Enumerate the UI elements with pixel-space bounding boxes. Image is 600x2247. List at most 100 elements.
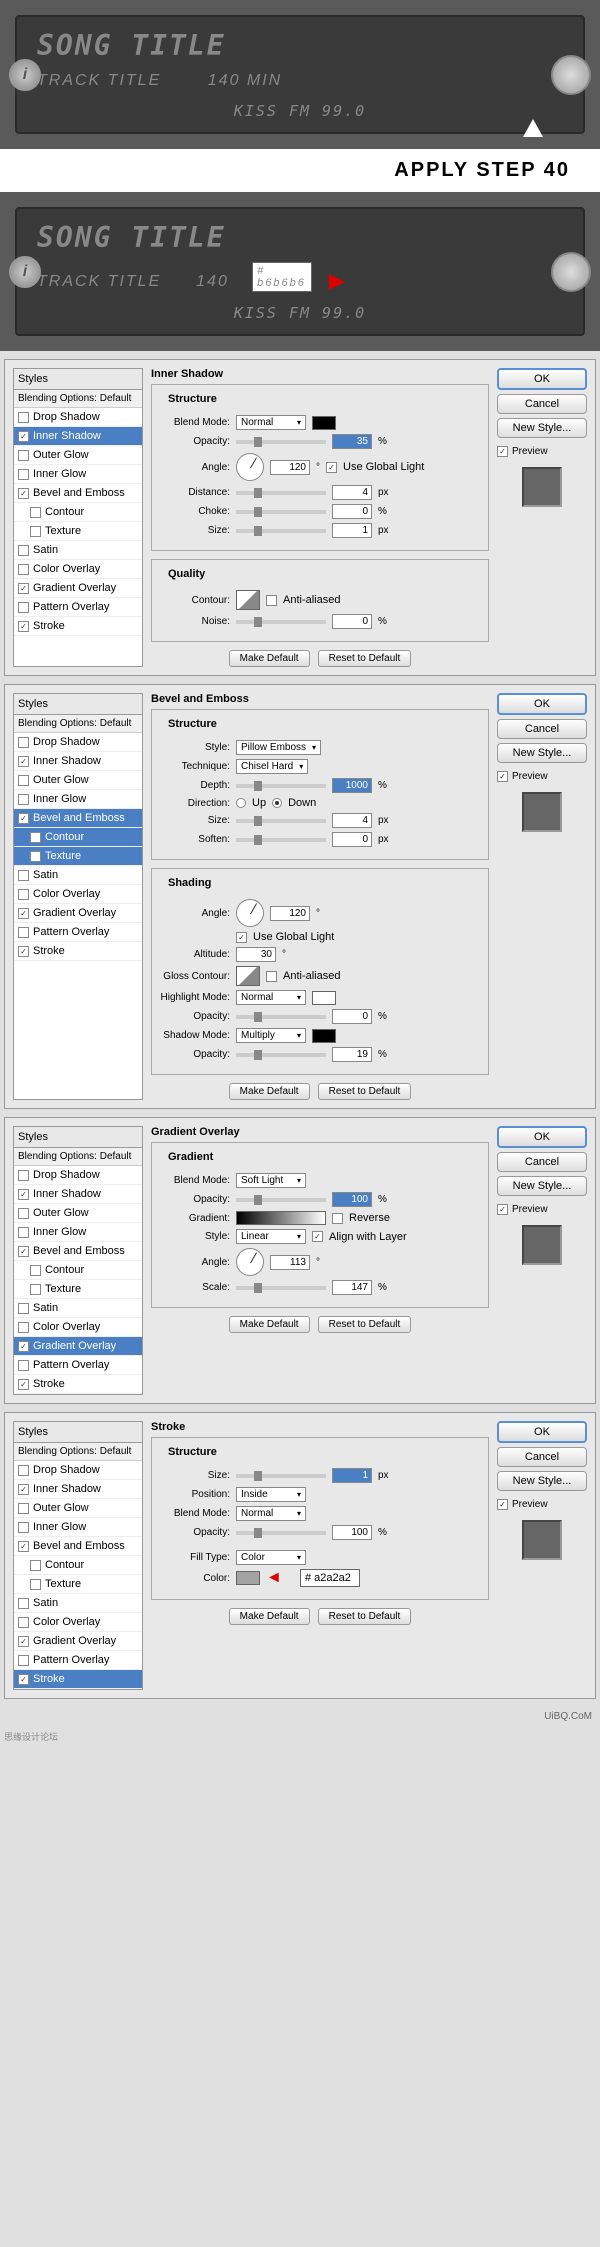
choke-slider[interactable] (236, 510, 326, 514)
contour-picker[interactable] (236, 590, 260, 610)
style-color-overlay[interactable]: Color Overlay (14, 1613, 142, 1632)
style-outer-glow[interactable]: Outer Glow (14, 1499, 142, 1518)
distance-input[interactable]: 4 (332, 485, 372, 500)
anti-aliased-checkbox[interactable] (266, 595, 277, 606)
blend-mode-dropdown[interactable]: Soft Light (236, 1173, 306, 1188)
gradient-picker[interactable] (236, 1211, 326, 1225)
angle-input[interactable]: 113 (270, 1255, 310, 1270)
preview-checkbox[interactable] (497, 1204, 508, 1215)
size-input[interactable]: 4 (332, 813, 372, 828)
direction-up-radio[interactable] (236, 798, 246, 808)
style-inner-glow[interactable]: Inner Glow (14, 465, 142, 484)
style-drop-shadow[interactable]: Drop Shadow (14, 1461, 142, 1480)
new-style-button[interactable]: New Style... (497, 1176, 587, 1196)
ok-button[interactable]: OK (497, 693, 587, 715)
shadow-mode-dropdown[interactable]: Multiply (236, 1028, 306, 1043)
style-gradient-overlay[interactable]: Gradient Overlay (14, 579, 142, 598)
altitude-input[interactable]: 30 (236, 947, 276, 962)
tuning-knob[interactable] (551, 252, 591, 292)
style-satin[interactable]: Satin (14, 1299, 142, 1318)
reset-default-button[interactable]: Reset to Default (318, 650, 412, 667)
style-satin[interactable]: Satin (14, 1594, 142, 1613)
style-bevel-emboss[interactable]: Bevel and Emboss (14, 809, 142, 828)
opacity-input[interactable]: 100 (332, 1525, 372, 1540)
style-inner-glow[interactable]: Inner Glow (14, 790, 142, 809)
new-style-button[interactable]: New Style... (497, 1471, 587, 1491)
style-inner-glow[interactable]: Inner Glow (14, 1223, 142, 1242)
global-light-checkbox[interactable] (326, 462, 337, 473)
highlight-opacity-input[interactable]: 0 (332, 1009, 372, 1024)
style-dropdown[interactable]: Pillow Emboss (236, 740, 321, 755)
shadow-opacity-input[interactable]: 19 (332, 1047, 372, 1062)
opacity-slider[interactable] (236, 1531, 326, 1535)
style-bevel-emboss[interactable]: Bevel and Emboss (14, 1242, 142, 1261)
shadow-color-swatch[interactable] (312, 1029, 336, 1043)
info-button[interactable]: i (9, 256, 41, 288)
style-contour[interactable]: Contour (14, 828, 142, 847)
style-bevel-emboss[interactable]: Bevel and Emboss (14, 484, 142, 503)
new-style-button[interactable]: New Style... (497, 418, 587, 438)
style-stroke[interactable]: Stroke (14, 942, 142, 961)
size-slider[interactable] (236, 529, 326, 533)
style-color-overlay[interactable]: Color Overlay (14, 560, 142, 579)
gradient-style-dropdown[interactable]: Linear (236, 1229, 306, 1244)
opacity-input[interactable]: 100 (332, 1192, 372, 1207)
noise-slider[interactable] (236, 620, 326, 624)
cancel-button[interactable]: Cancel (497, 719, 587, 739)
new-style-button[interactable]: New Style... (497, 743, 587, 763)
fill-type-dropdown[interactable]: Color (236, 1550, 306, 1565)
cancel-button[interactable]: Cancel (497, 1152, 587, 1172)
style-inner-shadow[interactable]: Inner Shadow (14, 1185, 142, 1204)
style-outer-glow[interactable]: Outer Glow (14, 1204, 142, 1223)
highlight-opacity-slider[interactable] (236, 1015, 326, 1019)
style-texture[interactable]: Texture (14, 1280, 142, 1299)
position-dropdown[interactable]: Inside (236, 1487, 306, 1502)
distance-slider[interactable] (236, 491, 326, 495)
blend-mode-dropdown[interactable]: Normal (236, 1506, 306, 1521)
shadow-opacity-slider[interactable] (236, 1053, 326, 1057)
reverse-checkbox[interactable] (332, 1213, 343, 1224)
technique-dropdown[interactable]: Chisel Hard (236, 759, 308, 774)
style-gradient-overlay[interactable]: Gradient Overlay (14, 1337, 142, 1356)
reset-default-button[interactable]: Reset to Default (318, 1083, 412, 1100)
blend-mode-dropdown[interactable]: Normal (236, 415, 306, 430)
preview-checkbox[interactable] (497, 1499, 508, 1510)
size-input[interactable]: 1 (332, 1468, 372, 1483)
style-outer-glow[interactable]: Outer Glow (14, 771, 142, 790)
make-default-button[interactable]: Make Default (229, 1608, 310, 1625)
style-color-overlay[interactable]: Color Overlay (14, 1318, 142, 1337)
style-inner-glow[interactable]: Inner Glow (14, 1518, 142, 1537)
style-texture[interactable]: Texture (14, 522, 142, 541)
style-pattern-overlay[interactable]: Pattern Overlay (14, 923, 142, 942)
choke-input[interactable]: 0 (332, 504, 372, 519)
style-outer-glow[interactable]: Outer Glow (14, 446, 142, 465)
style-inner-shadow[interactable]: Inner Shadow (14, 427, 142, 446)
style-pattern-overlay[interactable]: Pattern Overlay (14, 1651, 142, 1670)
style-drop-shadow[interactable]: Drop Shadow (14, 1166, 142, 1185)
highlight-color-swatch[interactable] (312, 991, 336, 1005)
style-inner-shadow[interactable]: Inner Shadow (14, 1480, 142, 1499)
reset-default-button[interactable]: Reset to Default (318, 1316, 412, 1333)
style-gradient-overlay[interactable]: Gradient Overlay (14, 1632, 142, 1651)
make-default-button[interactable]: Make Default (229, 1083, 310, 1100)
anti-aliased-checkbox[interactable] (266, 971, 277, 982)
style-contour[interactable]: Contour (14, 503, 142, 522)
global-light-checkbox[interactable] (236, 932, 247, 943)
angle-dial[interactable] (236, 899, 264, 927)
angle-input[interactable]: 120 (270, 906, 310, 921)
tuning-knob[interactable] (551, 55, 591, 95)
preview-checkbox[interactable] (497, 446, 508, 457)
noise-input[interactable]: 0 (332, 614, 372, 629)
size-input[interactable]: 1 (332, 523, 372, 538)
angle-input[interactable]: 120 (270, 460, 310, 475)
make-default-button[interactable]: Make Default (229, 650, 310, 667)
reset-default-button[interactable]: Reset to Default (318, 1608, 412, 1625)
opacity-input[interactable]: 35 (332, 434, 372, 449)
cancel-button[interactable]: Cancel (497, 1447, 587, 1467)
opacity-slider[interactable] (236, 440, 326, 444)
style-drop-shadow[interactable]: Drop Shadow (14, 733, 142, 752)
depth-input[interactable]: 1000 (332, 778, 372, 793)
scale-input[interactable]: 147 (332, 1280, 372, 1295)
angle-dial[interactable] (236, 453, 264, 481)
highlight-mode-dropdown[interactable]: Normal (236, 990, 306, 1005)
